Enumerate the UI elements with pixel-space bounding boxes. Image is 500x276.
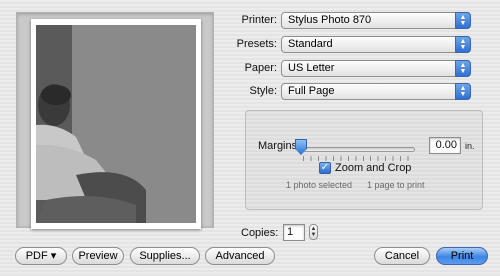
paper-label: Paper: bbox=[244, 62, 277, 74]
presets-label: Presets: bbox=[236, 38, 277, 50]
margins-slider-track[interactable] bbox=[301, 147, 415, 152]
style-label: Style: bbox=[249, 85, 277, 97]
margins-unit: in. bbox=[465, 141, 475, 151]
copies-input[interactable]: 1 bbox=[283, 224, 305, 241]
cancel-button[interactable]: Cancel bbox=[374, 247, 430, 265]
pages-to-print-text: 1 page to print bbox=[367, 180, 425, 190]
paper-value: US Letter bbox=[288, 62, 335, 74]
layout-options-panel: Margins 0.00 in. ✓ Zoom and Crop 1 photo… bbox=[245, 110, 483, 210]
up-down-arrows-icon: ▲ ▼ bbox=[455, 60, 471, 77]
printer-value: Stylus Photo 870 bbox=[288, 14, 372, 26]
printer-label: Printer: bbox=[241, 14, 277, 26]
copies-stepper[interactable]: ▲ ▼ bbox=[309, 224, 318, 240]
stepper-arrows-icon: ▲ ▼ bbox=[310, 226, 317, 238]
zoom-crop-label: Zoom and Crop bbox=[335, 162, 412, 174]
margins-slider-knob[interactable] bbox=[295, 139, 307, 155]
preview-page bbox=[31, 19, 201, 229]
presets-value: Standard bbox=[288, 38, 333, 50]
paper-popup[interactable]: US Letter ▲ ▼ bbox=[281, 60, 471, 77]
printer-popup[interactable]: Stylus Photo 870 ▲ ▼ bbox=[281, 12, 471, 29]
photos-selected-text: 1 photo selected bbox=[286, 180, 353, 190]
preview-photo bbox=[36, 25, 196, 223]
checkmark-icon: ✓ bbox=[320, 162, 330, 173]
up-down-arrows-icon: ▲ ▼ bbox=[455, 12, 471, 29]
advanced-button[interactable]: Advanced bbox=[205, 247, 275, 265]
zoom-crop-checkbox[interactable]: ✓ bbox=[319, 162, 331, 174]
margins-input[interactable]: 0.00 bbox=[429, 137, 461, 154]
preview-button[interactable]: Preview bbox=[72, 247, 124, 265]
style-value: Full Page bbox=[288, 85, 335, 97]
style-popup[interactable]: Full Page ▲ ▼ bbox=[281, 83, 471, 100]
pdf-button[interactable]: PDF ▾ bbox=[15, 247, 67, 265]
copies-label: Copies: bbox=[241, 227, 279, 239]
up-down-arrows-icon: ▲ ▼ bbox=[455, 83, 471, 100]
presets-popup[interactable]: Standard ▲ ▼ bbox=[281, 36, 471, 53]
margins-slider-ticks bbox=[303, 156, 415, 161]
margins-label: Margins bbox=[258, 140, 298, 152]
up-down-arrows-icon: ▲ ▼ bbox=[455, 36, 471, 53]
print-preview-well bbox=[16, 12, 214, 229]
print-button[interactable]: Print bbox=[436, 247, 488, 265]
photo-image bbox=[36, 25, 196, 223]
supplies-button[interactable]: Supplies... bbox=[130, 247, 200, 265]
